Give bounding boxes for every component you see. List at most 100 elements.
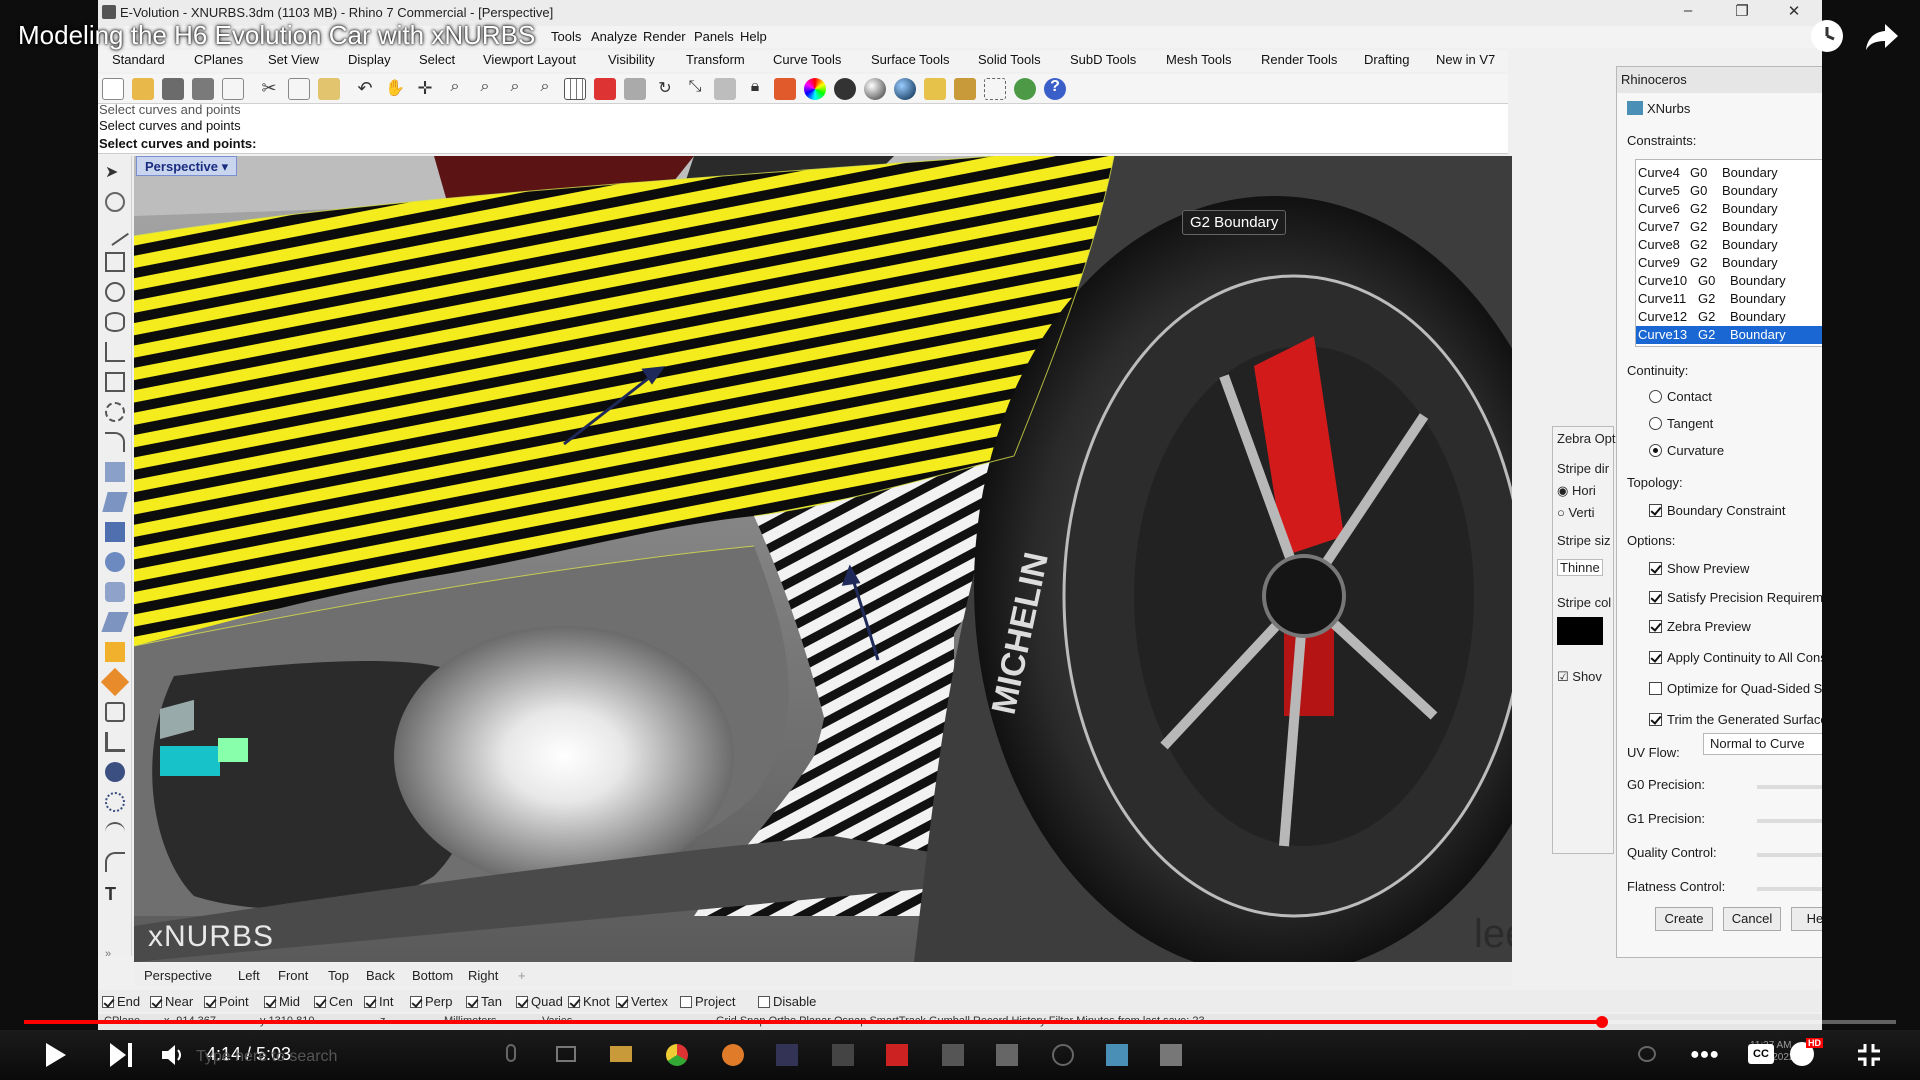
close-button[interactable]: ✕ — [1774, 2, 1814, 20]
video-player[interactable]: E-Volution - XNURBS.3dm (1103 MB) - Rhin… — [0, 0, 1920, 1080]
create-button[interactable]: Create — [1655, 907, 1713, 931]
zoom-icon[interactable]: ⌕ — [444, 78, 466, 100]
curve-icon[interactable] — [105, 252, 125, 272]
app-icon-2[interactable] — [942, 1044, 964, 1066]
option-checkbox[interactable]: Apply Continuity to All Constraints — [1649, 650, 1822, 665]
osnap-vertex[interactable]: Vertex — [616, 994, 668, 1009]
mesh-icon[interactable] — [101, 612, 129, 632]
command-prompt[interactable]: Select curves and points: — [99, 136, 257, 151]
tab-visibility[interactable]: Visibility — [608, 52, 655, 67]
constraint-row[interactable]: Curve9 G2 Boundary — [1636, 254, 1822, 272]
layers-icon[interactable] — [774, 78, 796, 100]
tab-subd-tools[interactable]: SubD Tools — [1070, 52, 1136, 67]
zebra-horizontal-radio[interactable]: ◉ Hori — [1557, 483, 1596, 499]
slider-track[interactable] — [1757, 819, 1822, 823]
cut-icon[interactable]: ✂ — [258, 78, 280, 100]
viewport-render[interactable]: MICHELIN — [134, 156, 1512, 962]
constraint-row[interactable]: Curve7 G2 Boundary — [1636, 218, 1822, 236]
exit-fullscreen-icon[interactable] — [1856, 1042, 1882, 1068]
slider-track[interactable] — [1757, 785, 1822, 789]
constraint-row[interactable]: Curve6 G2 Boundary — [1636, 200, 1822, 218]
taskbar-search-input[interactable]: Type here to search — [196, 1048, 337, 1066]
constraint-row[interactable]: Curve10 G0 Boundary — [1636, 272, 1822, 290]
osnap-near[interactable]: Near — [150, 994, 193, 1009]
osnap-quad[interactable]: Quad — [516, 994, 563, 1009]
points-icon[interactable] — [105, 792, 125, 812]
dimension-icon[interactable] — [105, 732, 125, 752]
task-view-icon[interactable] — [556, 1046, 576, 1062]
open-folder-icon[interactable] — [132, 78, 154, 100]
minimize-button[interactable]: – — [1668, 2, 1708, 19]
scale-icon[interactable]: ⤡ — [684, 78, 706, 100]
osnap-int[interactable]: Int — [364, 994, 393, 1009]
continuity-radio-curvature[interactable]: Curvature — [1649, 443, 1724, 458]
new-file-icon[interactable] — [102, 78, 124, 100]
zebra-color-swatch[interactable] — [1557, 617, 1603, 645]
maximize-button[interactable]: ❐ — [1722, 2, 1762, 20]
option-checkbox[interactable]: Show Preview — [1649, 561, 1749, 576]
tab-viewport-layout[interactable]: Viewport Layout — [483, 52, 576, 67]
constraint-row[interactable]: Curve11 G2 Boundary — [1636, 290, 1822, 308]
menu-render[interactable]: Render — [643, 29, 686, 44]
tab-drafting[interactable]: Drafting — [1364, 52, 1410, 67]
blender-icon[interactable] — [722, 1044, 744, 1066]
osnap-cen[interactable]: Cen — [314, 994, 353, 1009]
progress-scrubber[interactable] — [1596, 1016, 1609, 1028]
mic-icon[interactable] — [506, 1044, 516, 1062]
network-icon[interactable] — [1638, 1046, 1656, 1062]
uvflow-select[interactable]: Normal to Curve▾ — [1703, 733, 1822, 755]
captions-icon[interactable]: CC — [1748, 1044, 1774, 1064]
app-icon-4[interactable] — [1052, 1044, 1074, 1066]
share-icon[interactable] — [1865, 22, 1899, 52]
zoom-window-icon[interactable]: ⌕ — [474, 78, 496, 100]
tab-solid-tools[interactable]: Solid Tools — [978, 52, 1041, 67]
box-solid-icon[interactable] — [105, 522, 125, 542]
boolean-icon[interactable] — [105, 642, 125, 662]
menu-analyze[interactable]: Analyze — [591, 29, 637, 44]
osnap-mid[interactable]: Mid — [264, 994, 300, 1009]
app-icon-1[interactable] — [776, 1044, 798, 1066]
menu-tools[interactable]: Tools — [551, 29, 581, 44]
menu-help[interactable]: Help — [740, 29, 767, 44]
transform-icon[interactable] — [100, 667, 130, 697]
tab-mesh-tools[interactable]: Mesh Tools — [1166, 52, 1232, 67]
osnap-disable[interactable]: Disable — [758, 994, 816, 1009]
tab-display[interactable]: Display — [348, 52, 391, 67]
tab-transform[interactable]: Transform — [686, 52, 745, 67]
chrome-icon[interactable] — [666, 1044, 688, 1066]
osnap-point[interactable]: Point — [204, 994, 249, 1009]
osnap-knot[interactable]: Knot — [568, 994, 610, 1009]
circle-icon[interactable] — [105, 282, 125, 302]
copy-icon[interactable] — [288, 78, 310, 100]
app-icon-3[interactable] — [996, 1044, 1018, 1066]
video-title[interactable]: Modeling the H6 Evolution Car with xNURB… — [18, 20, 535, 51]
viewport-grid-icon[interactable] — [564, 78, 586, 100]
add-viewport-icon[interactable]: + — [518, 968, 526, 983]
copy-object-icon[interactable] — [624, 78, 646, 100]
option-checkbox[interactable]: Satisfy Precision Requirements — [1649, 590, 1822, 605]
constraint-row[interactable]: Curve13 G2 Boundary — [1636, 326, 1822, 344]
tab-standard[interactable]: Standard — [112, 52, 165, 67]
render-icon[interactable] — [894, 78, 916, 100]
option-checkbox[interactable]: Optimize for Quad-Sided Surface — [1649, 681, 1822, 696]
constraint-row[interactable]: Curve5 G0 Boundary — [1636, 182, 1822, 200]
tab-cplanes[interactable]: CPlanes — [194, 52, 243, 67]
arc-tool-icon[interactable] — [105, 822, 125, 842]
blend-icon[interactable] — [105, 852, 125, 872]
watch-later-icon[interactable] — [1811, 20, 1843, 52]
volume-icon[interactable] — [160, 1042, 186, 1068]
viewtab-back[interactable]: Back — [366, 968, 395, 983]
app-icon-6[interactable] — [1160, 1044, 1182, 1066]
polyline-icon[interactable] — [101, 218, 129, 246]
constraints-list[interactable]: Curve4 G0 Boundary Curve5 G0 Boundary Curve6 G2… — [1635, 159, 1822, 347]
lock-icon[interactable]: 🔒︎ — [744, 78, 766, 100]
options-icon[interactable] — [924, 78, 946, 100]
osnap-tan[interactable]: Tan — [466, 994, 502, 1009]
tab-select[interactable]: Select — [419, 52, 455, 67]
viewtab-perspective[interactable]: Perspective — [144, 968, 212, 983]
extrude-surface-icon[interactable] — [102, 492, 128, 512]
solidworks-icon[interactable] — [886, 1044, 908, 1066]
zebra-show-checkbox[interactable]: ☑ Shov — [1557, 669, 1602, 685]
rotate-icon[interactable]: ↻ — [654, 78, 676, 100]
move-icon[interactable] — [594, 78, 616, 100]
